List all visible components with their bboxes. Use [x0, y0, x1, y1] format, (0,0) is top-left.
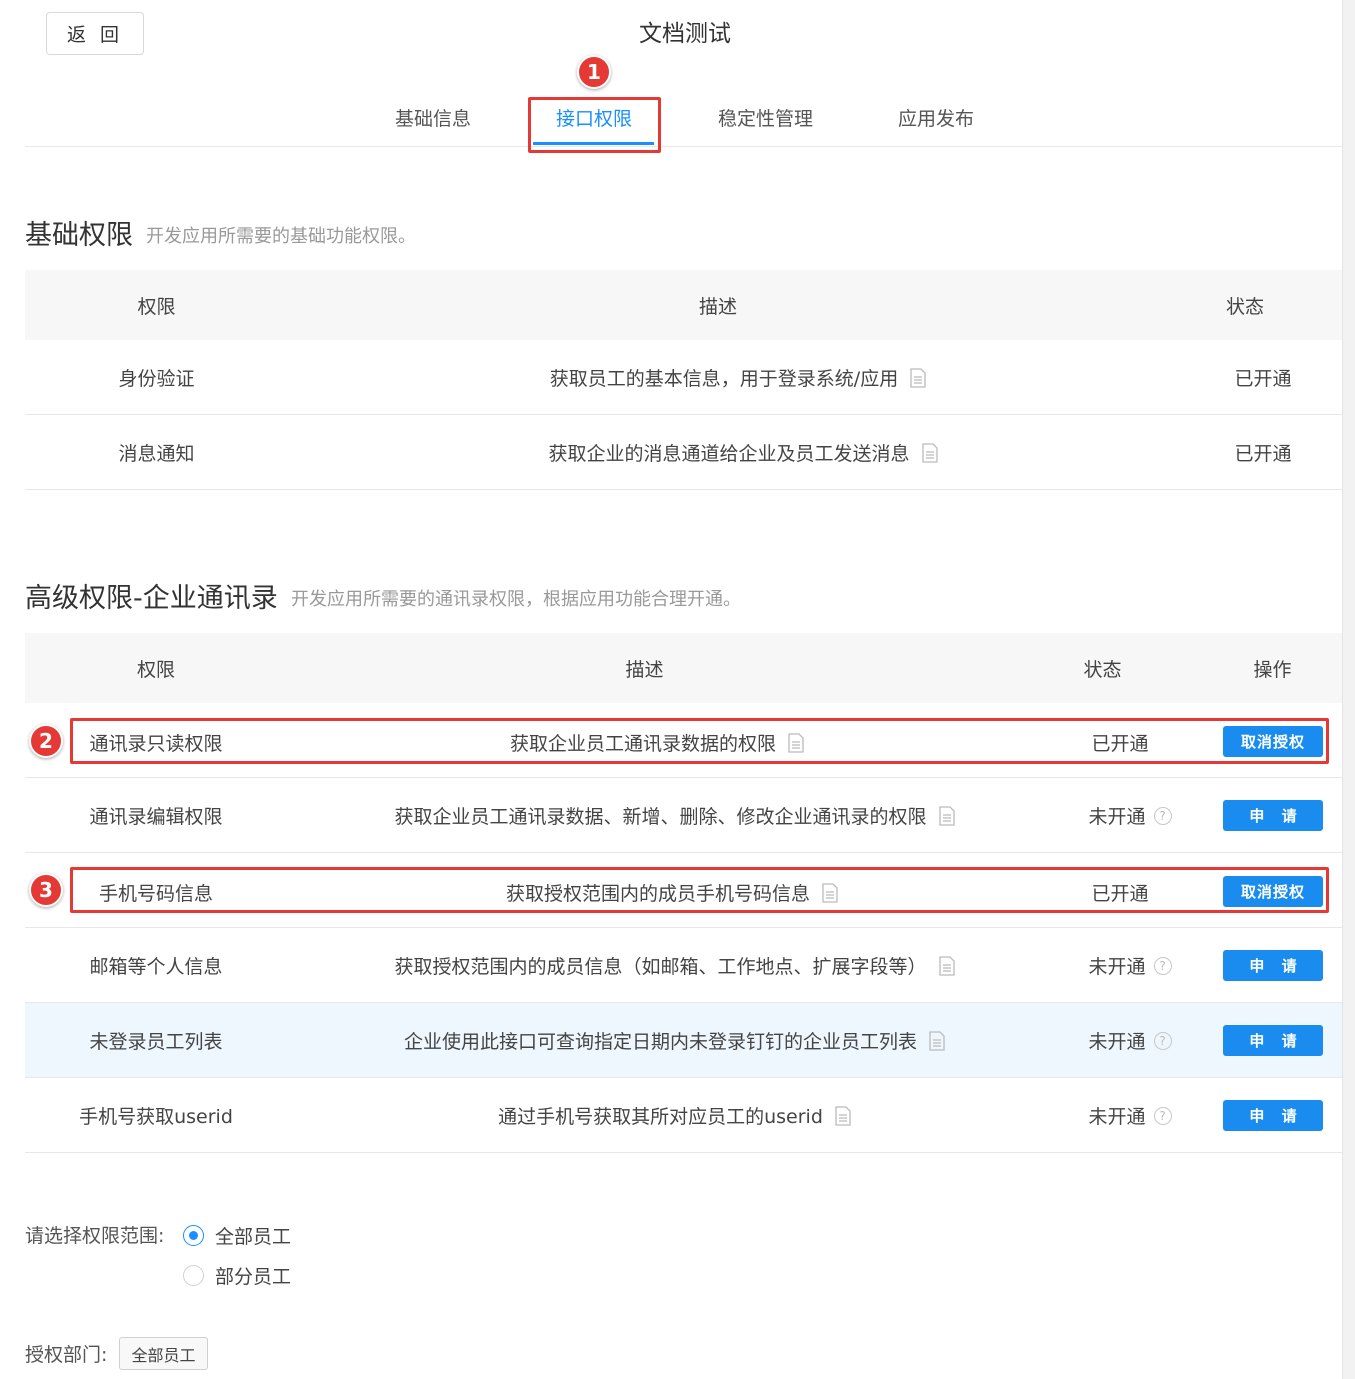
permission-name: 身份验证 — [118, 368, 195, 390]
table-row: 通讯录编辑权限 获取企业员工通讯录数据、新增、删除、修改企业通讯录的权限 未开通… — [25, 778, 1342, 853]
annotation-marker-3: 3 — [29, 873, 63, 907]
permission-description: 获取企业员工通讯录数据的权限 — [287, 729, 1027, 756]
permission-name: 通讯录只读权限 — [89, 733, 223, 755]
table-row: 手机号获取userid 通过手机号获取其所对应员工的userid 未开通? 申 … — [25, 1078, 1342, 1153]
table-row: 邮箱等个人信息 获取授权范围内的成员信息（如邮箱、工作地点、扩展字段等） 未开通… — [25, 928, 1342, 1003]
basic-section-title: 基础权限 — [25, 220, 133, 251]
document-icon[interactable] — [822, 882, 838, 903]
table-row: 通讯录只读权限 获取企业员工通讯录数据的权限 已开通 取消授权 — [25, 703, 1342, 778]
help-icon[interactable]: ? — [1153, 1031, 1172, 1050]
tab-api-permissions[interactable]: 接口权限 — [556, 104, 632, 131]
document-icon[interactable] — [921, 442, 938, 463]
permission-description: 获取授权范围内的成员信息（如邮箱、工作地点、扩展字段等） — [287, 952, 1062, 979]
scope-label: 请选择权限范围: — [25, 1225, 165, 1247]
apply-button[interactable]: 申 请 — [1223, 800, 1323, 831]
permission-status: 未开通? — [1065, 952, 1195, 979]
revoke-button[interactable]: 取消授权 — [1223, 726, 1323, 757]
help-icon[interactable]: ? — [1153, 956, 1172, 975]
table-row: 手机号码信息 获取授权范围内的成员手机号码信息 已开通 取消授权 — [25, 853, 1342, 928]
permission-name: 邮箱等个人信息 — [89, 956, 223, 978]
document-icon[interactable] — [938, 955, 955, 976]
column-header-description: 描述 — [698, 296, 737, 318]
permission-name: 通讯录编辑权限 — [89, 806, 223, 828]
permission-name: 未登录员工列表 — [89, 1031, 223, 1053]
document-icon[interactable] — [835, 1105, 851, 1126]
table-row: 消息通知 获取企业的消息通道给企业及员工发送消息 已开通 — [25, 415, 1342, 490]
permission-description: 企业使用此接口可查询指定日期内未登录钉钉的企业员工列表 — [287, 1027, 1062, 1054]
apply-button[interactable]: 申 请 — [1223, 950, 1323, 981]
document-icon[interactable] — [929, 1030, 945, 1051]
permission-status: 已开通 — [1234, 368, 1292, 390]
advanced-table-header: 权限 描述 状态 操作 — [25, 633, 1342, 703]
apply-button[interactable]: 申 请 — [1223, 1025, 1323, 1056]
dept-label: 授权部门: — [25, 1344, 108, 1366]
dept-tag[interactable]: 全部员工 — [119, 1337, 208, 1370]
permission-description: 获取授权范围内的成员手机号码信息 — [287, 879, 1057, 906]
permission-status: 已开通 — [1091, 883, 1149, 905]
help-icon[interactable]: ? — [1153, 806, 1172, 825]
column-header-status: 状态 — [1225, 296, 1264, 318]
page-title: 文档测试 — [639, 21, 731, 47]
vertical-scrollbar[interactable] — [1342, 0, 1355, 1379]
tab-app-publish[interactable]: 应用发布 — [898, 104, 974, 131]
advanced-section-title: 高级权限-企业通讯录 — [25, 583, 278, 614]
column-header-description: 描述 — [625, 659, 664, 681]
permission-description: 获取企业员工通讯录数据、新增、删除、修改企业通讯录的权限 — [287, 802, 1062, 829]
table-row: 未登录员工列表 企业使用此接口可查询指定日期内未登录钉钉的企业员工列表 未开通?… — [25, 1003, 1342, 1078]
permission-status: 已开通 — [1091, 733, 1149, 755]
permission-name: 手机号获取userid — [79, 1106, 233, 1128]
active-tab-indicator — [533, 142, 654, 145]
document-icon[interactable] — [910, 367, 926, 388]
table-row: 身份验证 获取员工的基本信息，用于登录系统/应用 已开通 — [25, 340, 1342, 415]
annotation-marker-2: 2 — [29, 724, 63, 758]
permission-description: 获取企业的消息通道给企业及员工发送消息 — [288, 439, 1198, 466]
radio-label-all-employees[interactable]: 全部员工 — [215, 1222, 291, 1249]
permission-description: 通过手机号获取其所对应员工的userid — [287, 1102, 1062, 1129]
permission-status: 未开通? — [1065, 1027, 1195, 1054]
document-icon[interactable] — [938, 805, 955, 826]
column-header-permission: 权限 — [137, 296, 176, 318]
document-icon[interactable] — [788, 732, 804, 753]
radio-label-some-employees[interactable]: 部分员工 — [215, 1262, 291, 1289]
permission-status: 未开通? — [1065, 802, 1195, 829]
advanced-section-subtitle: 开发应用所需要的通讯录权限，根据应用功能合理开通。 — [291, 589, 741, 610]
annotation-marker-1: 1 — [577, 55, 611, 89]
column-header-action: 操作 — [1253, 659, 1292, 681]
permission-status: 已开通 — [1234, 443, 1292, 465]
radio-some-employees[interactable] — [183, 1265, 204, 1286]
basic-table-header: 权限 描述 状态 — [25, 270, 1342, 340]
apply-button[interactable]: 申 请 — [1223, 1100, 1323, 1131]
column-header-permission: 权限 — [136, 659, 175, 681]
permission-status: 未开通? — [1065, 1102, 1195, 1129]
radio-all-employees[interactable] — [183, 1225, 204, 1246]
permission-description: 获取员工的基本信息，用于登录系统/应用 — [288, 364, 1188, 391]
help-icon[interactable]: ? — [1153, 1106, 1172, 1125]
column-header-status: 状态 — [1083, 659, 1122, 681]
revoke-button[interactable]: 取消授权 — [1223, 876, 1323, 907]
permission-name: 手机号码信息 — [98, 883, 213, 905]
tab-basic-info[interactable]: 基础信息 — [395, 104, 471, 131]
basic-section-subtitle: 开发应用所需要的基础功能权限。 — [146, 226, 416, 247]
tab-stability-management[interactable]: 稳定性管理 — [718, 104, 813, 131]
tab-bar: 基础信息 接口权限 稳定性管理 应用发布 — [25, 92, 1342, 147]
permission-name: 消息通知 — [118, 443, 195, 465]
